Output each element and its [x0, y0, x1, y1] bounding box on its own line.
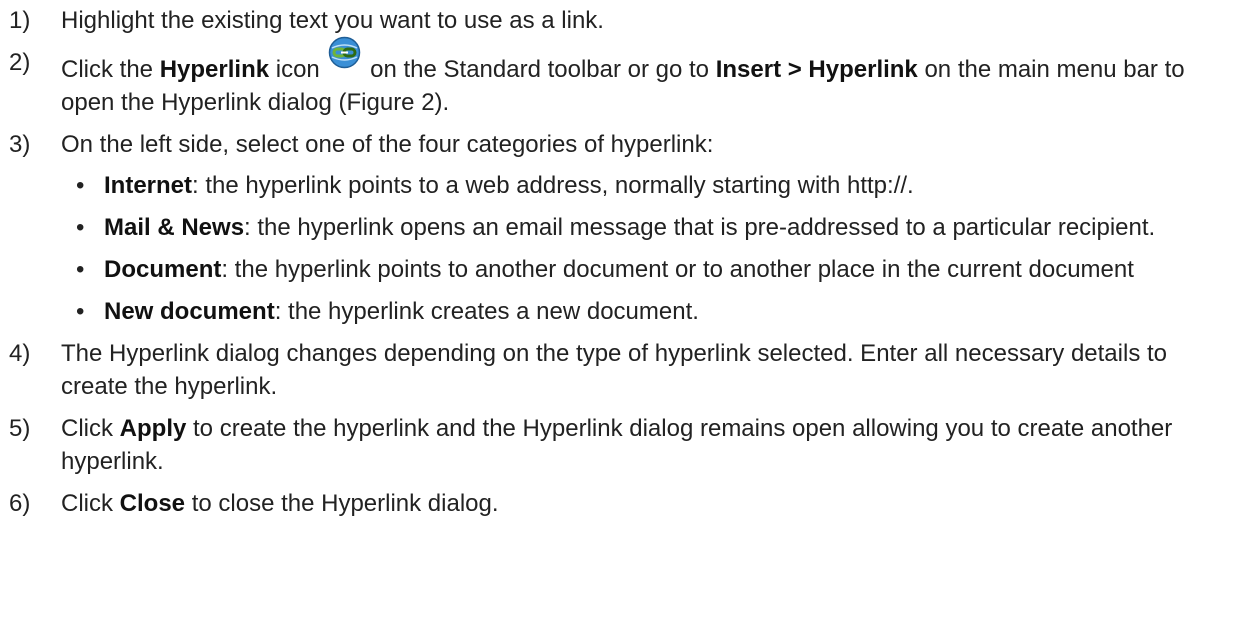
bold-term: Insert > Hyperlink	[715, 56, 918, 83]
step-text: Click Close to close the Hyperlink dialo…	[61, 487, 1240, 520]
bullet-mark: •	[76, 172, 85, 199]
bold-term: New document	[104, 298, 275, 325]
bold-term: Document	[104, 256, 222, 283]
text-run: Click	[61, 415, 120, 442]
step-number: 2)	[9, 49, 31, 76]
bullet-item: • New document: the hyperlink creates a n…	[0, 295, 1240, 328]
bold-term: Apply	[119, 415, 187, 442]
instructions-document: 1) Highlight the existing text you want t…	[0, 0, 1240, 520]
step-item: 2) Click the Hyperlink icon on the Standa…	[0, 36, 1240, 119]
text-run: Click the	[61, 56, 160, 83]
text-run: Click	[61, 490, 120, 517]
text-run: : the hyperlink points to a web address,…	[192, 172, 914, 199]
step-number: 3)	[9, 131, 31, 158]
step-text: Highlight the existing text you want to …	[61, 4, 1240, 37]
bullet-text: Mail & News: the hyperlink opens an emai…	[104, 211, 1240, 244]
text-run: Highlight the existing text you want to …	[61, 7, 604, 34]
step-text: The Hyperlink dialog changes depending o…	[61, 337, 1240, 403]
bold-term: Hyperlink	[159, 56, 270, 83]
text-run: : the hyperlink opens an email message t…	[244, 214, 1156, 241]
text-run: The Hyperlink dialog changes depending o…	[61, 340, 1168, 400]
step-number: 6)	[9, 490, 31, 517]
hyperlink-category-list: • Internet: the hyperlink points to a web…	[61, 169, 1240, 328]
text-run: : the hyperlink points to another docume…	[221, 256, 1134, 283]
step-item: 6) Click Close to close the Hyperlink dia…	[0, 487, 1240, 520]
text-run: to create the hyperlink and the Hyperlin…	[61, 415, 1173, 475]
step-text: Click the Hyperlink icon on the Standard…	[61, 36, 1240, 119]
hyperlink-icon	[328, 36, 361, 69]
text-run: : the hyperlink creates a new document.	[274, 298, 699, 325]
bullet-mark: •	[76, 214, 85, 241]
text-run: icon	[269, 56, 327, 83]
step-item: 5) Click Apply to create the hyperlink an…	[0, 412, 1240, 478]
text-run: on the Standard toolbar or go to	[363, 56, 716, 83]
bullet-mark: •	[76, 298, 85, 325]
bullet-item: • Mail & News: the hyperlink opens an ema…	[0, 211, 1240, 244]
text-run: to close the Hyperlink dialog.	[185, 490, 499, 517]
bullet-item: • Internet: the hyperlink points to a web…	[0, 169, 1240, 202]
text-run: On the left side, select one of the four…	[61, 131, 714, 158]
step-text: Click Apply to create the hyperlink and …	[61, 412, 1240, 478]
bold-term: Close	[119, 490, 186, 517]
bullet-mark: •	[76, 256, 85, 283]
step-item: 1) Highlight the existing text you want t…	[0, 4, 1240, 37]
bold-term: Mail & News	[104, 214, 245, 241]
step-number: 1)	[9, 7, 31, 34]
bullet-text: Internet: the hyperlink points to a web …	[104, 169, 1240, 202]
step-item: 3) On the left side, select one of the fo…	[0, 128, 1240, 328]
bold-term: Internet	[104, 172, 193, 199]
bullet-text: New document: the hyperlink creates a ne…	[104, 295, 1240, 328]
step-item: 4) The Hyperlink dialog changes depending…	[0, 337, 1240, 403]
step-number: 4)	[9, 340, 31, 367]
step-number: 5)	[9, 415, 31, 442]
bullet-text: Document: the hyperlink points to anothe…	[104, 253, 1240, 286]
step-text: On the left side, select one of the four…	[61, 128, 1240, 161]
bullet-item: • Document: the hyperlink points to anoth…	[0, 253, 1240, 286]
